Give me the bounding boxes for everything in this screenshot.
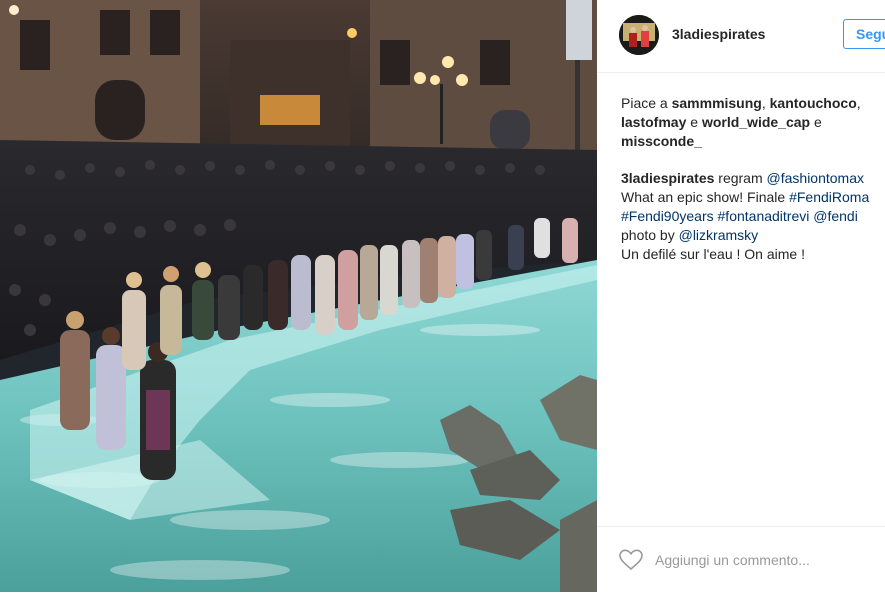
liker-link[interactable]: missconde_ — [621, 133, 702, 149]
hashtag-link[interactable]: #fontanaditrevi — [718, 208, 810, 224]
separator: , — [761, 95, 770, 111]
likes-text: Piace a sammmisung, kantouchoco, lastofm… — [621, 94, 873, 151]
heart-icon[interactable] — [619, 549, 643, 571]
caption-text: Un defilé sur l'eau ! On aime ! — [621, 246, 805, 262]
caption: 3ladiespirates regram @fashiontomax What … — [621, 169, 879, 264]
user-avatar-icon — [619, 15, 659, 55]
post-header: 3ladiespirates Segui — [597, 0, 885, 73]
caption-text: What an epic show! Finale — [621, 189, 790, 205]
follow-button[interactable]: Segui — [843, 19, 885, 49]
caption-text: regram — [714, 170, 767, 186]
username[interactable]: 3ladiespirates — [672, 26, 765, 42]
separator: e — [810, 114, 822, 130]
mention-link[interactable]: @lizkramsky — [679, 227, 759, 243]
likes-prefix: Piace a — [621, 95, 672, 111]
post-sidebar: 3ladiespirates Segui Piace a sammmisung,… — [597, 0, 885, 592]
hashtag-link[interactable]: #Fendi90years — [621, 208, 714, 224]
hashtag-link[interactable]: #FendiRoma — [789, 189, 869, 205]
post-footer: Aggiungi un commento... — [597, 526, 885, 593]
mention-link[interactable]: @fashiontomax — [767, 170, 864, 186]
avatar[interactable] — [619, 15, 659, 55]
liker-link[interactable]: sammmisung — [672, 95, 762, 111]
caption-author[interactable]: 3ladiespirates — [621, 170, 714, 186]
separator: , — [856, 95, 861, 111]
fashion-show-image — [0, 0, 597, 592]
post-photo[interactable] — [0, 0, 597, 592]
comment-input[interactable]: Aggiungi un commento... — [655, 552, 810, 568]
liker-link[interactable]: kantouchoco — [770, 95, 857, 111]
liker-link[interactable]: lastofmay — [621, 114, 686, 130]
separator: e — [686, 114, 702, 130]
mention-link[interactable]: @fendi — [813, 208, 858, 224]
liker-link[interactable]: world_wide_cap — [702, 114, 810, 130]
caption-text: photo by — [621, 227, 679, 243]
